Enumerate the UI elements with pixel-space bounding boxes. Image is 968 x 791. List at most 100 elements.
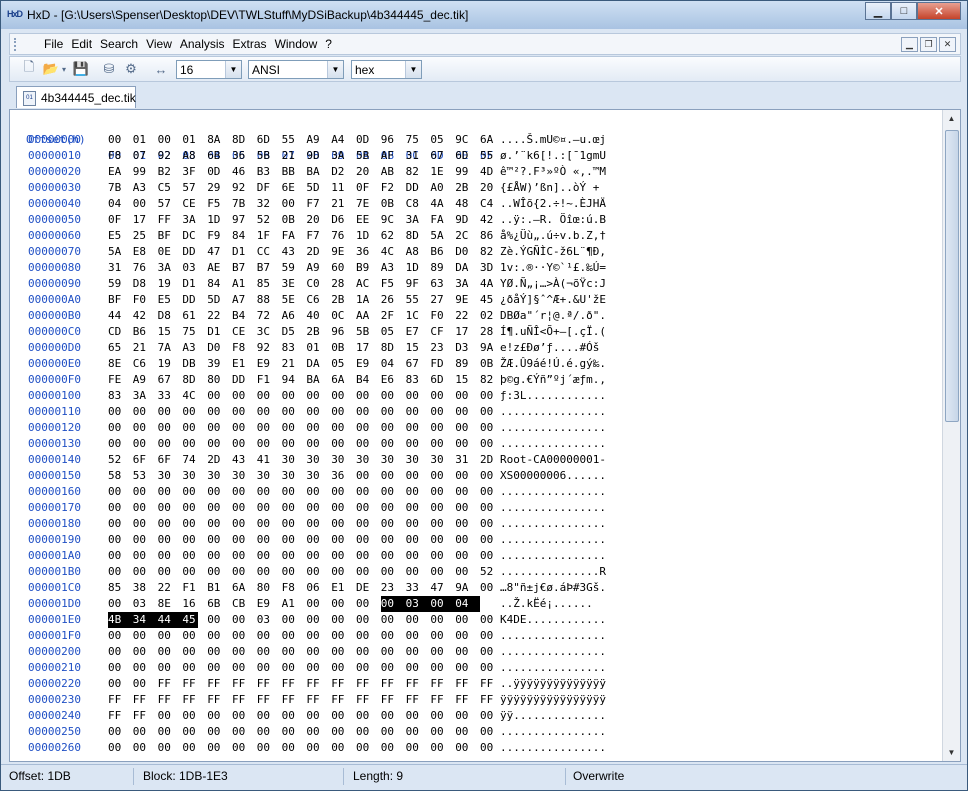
hex-byte[interactable]: 00 (356, 420, 372, 436)
hex-byte[interactable]: 7B (108, 180, 124, 196)
ascii-text[interactable]: ................ (500, 628, 606, 644)
hex-byte[interactable]: 6A (232, 580, 248, 596)
hex-byte[interactable]: 29 (207, 180, 223, 196)
hex-byte[interactable]: 42 (480, 212, 496, 228)
hex-byte[interactable]: 30 (306, 468, 322, 484)
hex-byte[interactable]: 00 (133, 548, 149, 564)
hex-row[interactable]: 00000050 0F 17 FF 3A 1D 97 52 0B 20 D6 EE 9C 3A FA 9D 42… (10, 212, 606, 228)
hex-byte[interactable]: B7 (232, 260, 248, 276)
scroll-down-icon[interactable]: ▼ (943, 744, 960, 761)
hex-byte[interactable]: 6F (158, 452, 174, 468)
hex-byte[interactable]: 04 (381, 356, 397, 372)
hex-byte[interactable]: 00 (331, 724, 347, 740)
hex-row[interactable]: 00000170 00 00 00 00 00 00 00 00 00 00 00 00 00 00 00 00… (10, 500, 606, 516)
menu-view[interactable]: View (142, 37, 176, 51)
hex-byte[interactable]: 00 (282, 500, 298, 516)
hex-byte[interactable]: 00 (232, 548, 248, 564)
hex-byte[interactable]: 67 (430, 148, 446, 164)
hex-byte[interactable]: 5A (430, 228, 446, 244)
hex-byte[interactable]: 6D (257, 132, 273, 148)
hex-byte[interactable]: 6E (282, 180, 298, 196)
hex-byte[interactable]: A0 (430, 180, 446, 196)
hex-byte[interactable]: 00 (182, 404, 198, 420)
hex-row[interactable]: 00000180 00 00 00 00 00 00 00 00 00 00 00 00 00 00 00 00… (10, 516, 606, 532)
ascii-text[interactable]: ................ (500, 436, 606, 452)
hex-byte[interactable]: FF (430, 692, 446, 708)
hex-byte[interactable]: 5D (207, 292, 223, 308)
ascii-text[interactable]: ƒ:3L............ (500, 388, 606, 404)
hex-byte[interactable]: 5B (356, 148, 372, 164)
hex-byte[interactable]: 5E (282, 292, 298, 308)
hex-byte[interactable]: 00 (381, 548, 397, 564)
hex-byte[interactable]: 6D (430, 372, 446, 388)
hex-byte[interactable]: B6 (430, 244, 446, 260)
hex-byte[interactable]: 00 (356, 564, 372, 580)
hex-byte[interactable]: 00 (282, 660, 298, 676)
hex-byte[interactable]: 00 (455, 420, 471, 436)
hex-byte[interactable]: F0 (430, 308, 446, 324)
hex-byte[interactable]: 0D (207, 164, 223, 180)
hex-byte[interactable]: E1 (331, 580, 347, 596)
hex-byte[interactable]: 00 (480, 468, 496, 484)
hex-byte[interactable]: 00 (282, 532, 298, 548)
hex-byte[interactable]: 44 (108, 308, 124, 324)
hex-byte[interactable]: 00 (381, 644, 397, 660)
ascii-text[interactable]: ................ (500, 724, 606, 740)
hex-row[interactable]: 00000230 FF FF FF FF FF FF FF FF FF FF FF FF FF FF FF FF… (10, 692, 606, 708)
hex-byte[interactable]: 00 (331, 484, 347, 500)
hex-byte[interactable]: 07 (133, 148, 149, 164)
hex-byte[interactable]: BA (306, 164, 322, 180)
hex-byte[interactable]: FA (282, 228, 298, 244)
hex-byte[interactable]: 00 (158, 532, 174, 548)
hex-byte[interactable]: FF (158, 212, 174, 228)
hex-byte[interactable]: C4 (480, 196, 496, 212)
hex-byte[interactable]: 05 (331, 356, 347, 372)
hex-byte[interactable]: 00 (207, 740, 223, 756)
hex-byte[interactable]: 9D (455, 212, 471, 228)
hex-byte[interactable]: 00 (455, 500, 471, 516)
hex-byte[interactable]: 00 (232, 404, 248, 420)
hex-byte[interactable]: 36 (232, 148, 248, 164)
new-file-icon[interactable]: 🗋 (20, 59, 38, 78)
hex-byte[interactable]: 00 (356, 628, 372, 644)
hex-byte[interactable]: 3C (257, 324, 273, 340)
hex-byte[interactable]: 17 (356, 340, 372, 356)
hex-byte[interactable]: CE (182, 196, 198, 212)
hex-byte[interactable]: 00 (108, 628, 124, 644)
hex-byte[interactable]: 00 (406, 468, 422, 484)
hex-byte[interactable]: 03 (133, 596, 149, 612)
hex-byte[interactable]: 0B (282, 212, 298, 228)
hex-byte[interactable]: 20 (480, 180, 496, 196)
hex-byte[interactable]: 52 (108, 452, 124, 468)
hex-byte[interactable]: 15 (455, 372, 471, 388)
hex-byte[interactable]: 00 (430, 724, 446, 740)
hex-byte[interactable]: 63 (430, 276, 446, 292)
hex-byte[interactable]: 5A (108, 244, 124, 260)
hex-byte[interactable]: 00 (306, 724, 322, 740)
hex-byte[interactable]: 0E (158, 244, 174, 260)
ascii-text[interactable]: XS00000006...... (500, 468, 606, 484)
hex-byte[interactable]: CF (430, 324, 446, 340)
hex-row[interactable]: 00000100 83 3A 33 4C 00 00 00 00 00 00 00 00 00 00 00 00… (10, 388, 606, 404)
hex-byte[interactable]: 00 (430, 420, 446, 436)
hex-byte[interactable]: 00 (331, 404, 347, 420)
hex-byte[interactable]: 58 (108, 468, 124, 484)
hex-byte[interactable]: DA (306, 356, 322, 372)
hex-byte[interactable]: 00 (158, 132, 174, 148)
hex-byte[interactable]: BB (282, 164, 298, 180)
hex-byte[interactable]: E5 (108, 228, 124, 244)
hex-byte[interactable]: 00 (381, 516, 397, 532)
hex-byte[interactable]: A4 (331, 132, 347, 148)
hex-byte[interactable]: 00 (356, 740, 372, 756)
hex-byte[interactable]: 00 (158, 644, 174, 660)
hex-byte[interactable]: A6 (282, 308, 298, 324)
hex-byte[interactable]: FF (455, 692, 471, 708)
hex-byte[interactable]: 45 (480, 292, 496, 308)
hex-byte[interactable]: 6D (455, 148, 471, 164)
hex-byte[interactable]: 00 (108, 404, 124, 420)
hex-byte[interactable]: 92 (158, 148, 174, 164)
hex-byte[interactable]: 00 (207, 500, 223, 516)
hex-byte[interactable]: FF (108, 692, 124, 708)
hex-byte[interactable]: 00 (306, 644, 322, 660)
hex-byte[interactable]: F7 (306, 228, 322, 244)
